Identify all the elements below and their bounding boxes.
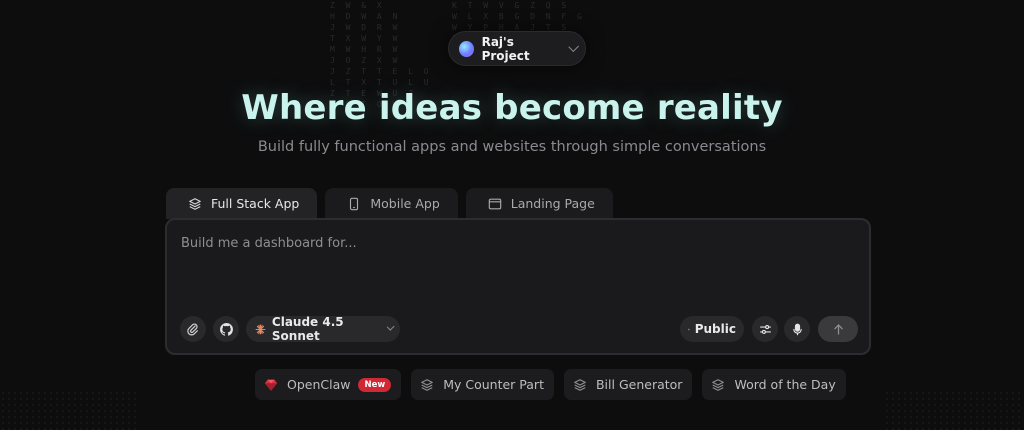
browser-window-icon <box>488 198 502 209</box>
visibility-label: Public <box>694 322 736 336</box>
new-badge: New <box>358 377 392 392</box>
visibility-toggle[interactable]: Public <box>680 316 744 342</box>
chip-label: OpenClaw <box>287 377 351 392</box>
prompt-input[interactable] <box>181 236 851 251</box>
layers-icon <box>574 378 586 391</box>
background-dots-left <box>0 390 140 430</box>
tab-label: Landing Page <box>510 196 595 211</box>
tab-landing-page[interactable]: Landing Page <box>465 188 613 219</box>
layers-icon <box>712 378 725 391</box>
tab-mobile-app[interactable]: Mobile App <box>325 188 458 219</box>
sliders-icon <box>759 324 771 334</box>
suggestion-bill-generator[interactable]: Bill Generator <box>563 369 693 400</box>
hero-subtitle: Build fully functional apps and websites… <box>257 139 767 155</box>
phone-icon <box>350 197 359 210</box>
chip-label: My Counter Part <box>443 377 544 392</box>
attach-button[interactable] <box>180 316 206 342</box>
layers-icon <box>189 197 201 210</box>
send-button[interactable] <box>818 316 858 342</box>
chip-label: Word of the Day <box>734 377 836 392</box>
settings-button[interactable] <box>752 316 778 342</box>
suggestion-openclaw[interactable]: OpenClaw New <box>255 369 402 400</box>
tab-full-stack-app[interactable]: Full Stack App <box>166 188 318 219</box>
suggestion-my-counter-part[interactable]: My Counter Part <box>411 369 554 400</box>
chip-label: Bill Generator <box>595 377 683 392</box>
background-dots-right <box>884 390 1024 430</box>
model-label: Claude 4.5 Sonnet <box>271 315 344 343</box>
ruby-gem-icon <box>264 379 278 391</box>
project-selector[interactable]: Raj's Project <box>448 31 586 66</box>
layers-icon <box>421 378 434 391</box>
tab-label: Full Stack App <box>211 196 300 211</box>
prompt-box: Claude 4.5 Sonnet Public <box>165 218 871 355</box>
model-selector[interactable]: Claude 4.5 Sonnet <box>246 315 400 343</box>
github-button[interactable] <box>213 316 239 342</box>
project-avatar <box>459 40 474 57</box>
tab-label: Mobile App <box>370 196 440 211</box>
claude-sunburst-icon <box>255 324 266 334</box>
paperclip-icon <box>187 323 198 336</box>
app-type-tabs: Full Stack App Mobile App Landing Page <box>166 188 613 219</box>
suggestion-word-of-the-day[interactable]: Word of the Day <box>702 369 846 400</box>
hero-title: Where ideas become reality <box>241 88 783 128</box>
globe-icon <box>688 328 690 330</box>
microphone-icon <box>792 323 802 335</box>
github-icon <box>219 322 233 336</box>
chevron-down-icon <box>567 40 579 52</box>
suggestion-chips: OpenClaw New My Counter Part Bill Genera… <box>255 369 846 400</box>
microphone-button[interactable] <box>784 316 810 342</box>
project-name: Raj's Project <box>481 34 530 63</box>
arrow-up-icon <box>833 323 843 335</box>
chevron-down-icon <box>386 322 395 331</box>
